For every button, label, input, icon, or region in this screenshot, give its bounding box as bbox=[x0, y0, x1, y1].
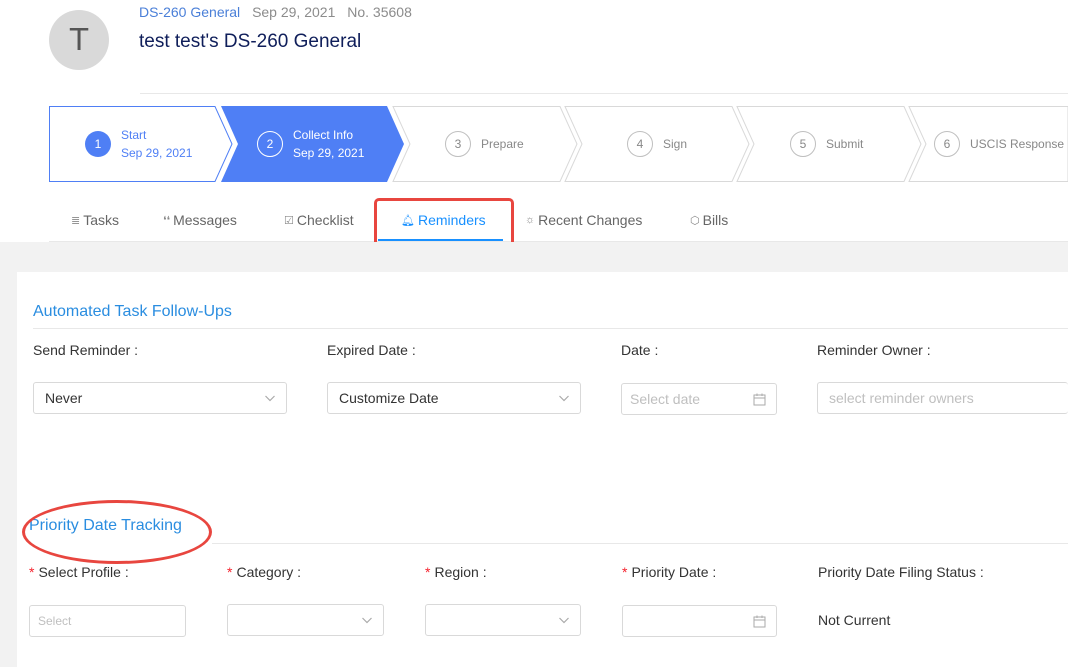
chevron-down-icon bbox=[362, 617, 372, 624]
date-label: Date : bbox=[621, 342, 659, 358]
divider bbox=[140, 93, 1068, 94]
date-placeholder: Select date bbox=[630, 391, 701, 407]
step-label: Sign bbox=[663, 137, 688, 151]
send-reminder-label: Send Reminder : bbox=[33, 342, 139, 358]
category-label: * Category : bbox=[227, 564, 302, 580]
reminder-owner-select[interactable]: select reminder owners bbox=[817, 382, 1068, 414]
date-picker[interactable]: Select date bbox=[621, 383, 777, 415]
step-date: Sep 29, 2021 bbox=[121, 146, 193, 160]
tab-checklist[interactable]: ☑ Checklist bbox=[284, 212, 354, 228]
step-start[interactable]: 1 Start Sep 29, 2021 bbox=[85, 106, 192, 182]
chevron-down-icon bbox=[265, 395, 275, 402]
region-label: * Region : bbox=[425, 564, 487, 580]
select-value: Never bbox=[45, 390, 83, 406]
step-label: Collect Info bbox=[293, 128, 354, 142]
owner-placeholder: select reminder owners bbox=[829, 390, 974, 406]
step-number: 2 bbox=[257, 131, 283, 157]
step-label: Start bbox=[121, 128, 147, 142]
list-icon: ≣ bbox=[71, 214, 81, 227]
bulb-icon: ☼ bbox=[525, 214, 536, 226]
expired-date-label: Expired Date : bbox=[327, 342, 416, 358]
step-label: Submit bbox=[826, 137, 864, 151]
select-profile-input[interactable]: Select bbox=[29, 605, 186, 637]
steps-shapes bbox=[49, 106, 1068, 182]
step-date: Sep 29, 2021 bbox=[293, 146, 365, 160]
step-sign[interactable]: 4 Sign bbox=[627, 106, 687, 182]
profile-placeholder: Select bbox=[38, 614, 72, 628]
section-divider bbox=[33, 328, 1068, 329]
expired-date-select[interactable]: Customize Date bbox=[327, 382, 581, 414]
filing-status-label: Priority Date Filing Status : bbox=[818, 564, 984, 580]
filing-status-value: Not Current bbox=[818, 612, 891, 628]
avatar-letter: T bbox=[69, 22, 89, 58]
tab-recent-changes[interactable]: ☼ Recent Changes bbox=[525, 212, 642, 228]
case-meta: DS-260 General Sep 29, 2021 No. 35608 bbox=[139, 4, 412, 20]
progress-steps: 1 Start Sep 29, 2021 2 Collect Info Sep … bbox=[49, 106, 1068, 182]
chevron-down-icon bbox=[559, 395, 569, 402]
tab-messages[interactable]: ❛❛ Messages bbox=[163, 212, 237, 228]
select-value: Customize Date bbox=[339, 390, 439, 406]
section-title-followups: Automated Task Follow-Ups bbox=[33, 303, 232, 320]
priority-date-picker[interactable] bbox=[622, 605, 777, 637]
avatar: T bbox=[49, 10, 109, 70]
case-date: Sep 29, 2021 bbox=[252, 4, 336, 20]
step-submit[interactable]: 5 Submit bbox=[790, 106, 863, 182]
tab-tasks[interactable]: ≣ Tasks bbox=[71, 212, 119, 228]
step-prepare[interactable]: 3 Prepare bbox=[445, 106, 524, 182]
step-label: Prepare bbox=[481, 137, 524, 151]
tab-label: Bills bbox=[702, 212, 729, 228]
step-uscis-response[interactable]: 6 USCIS Response bbox=[934, 106, 1064, 182]
step-collect-info[interactable]: 2 Collect Info Sep 29, 2021 bbox=[257, 106, 364, 182]
step-number: 5 bbox=[790, 131, 816, 157]
annotation-ellipse-priority bbox=[22, 500, 212, 564]
step-number: 6 bbox=[934, 131, 960, 157]
step-number: 4 bbox=[627, 131, 653, 157]
step-number: 1 bbox=[85, 131, 111, 157]
quote-icon: ❛❛ bbox=[163, 214, 171, 227]
send-reminder-select[interactable]: Never bbox=[33, 382, 287, 414]
case-header: T DS-260 General Sep 29, 2021 No. 35608 … bbox=[0, 0, 1068, 242]
step-number: 3 bbox=[445, 131, 471, 157]
page-title: test test's DS-260 General bbox=[139, 31, 362, 52]
box-icon: ⬡ bbox=[690, 214, 700, 227]
tab-label: Messages bbox=[173, 212, 237, 228]
tab-label: Recent Changes bbox=[538, 212, 643, 228]
calendar-icon bbox=[753, 393, 766, 406]
step-label: USCIS Response bbox=[970, 137, 1065, 151]
tab-label: Tasks bbox=[83, 212, 120, 228]
calendar-icon bbox=[753, 615, 766, 628]
chevron-down-icon bbox=[559, 617, 569, 624]
select-profile-label: * Select Profile : bbox=[29, 564, 129, 580]
case-tabs: ≣ Tasks ❛❛ Messages ☑ Checklist 🔔︎ Reminders… bbox=[49, 198, 1068, 242]
category-select[interactable] bbox=[227, 604, 384, 636]
region-select[interactable] bbox=[425, 604, 581, 636]
case-number: No. 35608 bbox=[347, 4, 412, 20]
tab-bills[interactable]: ⬡ Bills bbox=[690, 212, 728, 228]
tab-label: Checklist bbox=[296, 212, 354, 228]
form-link[interactable]: DS-260 General bbox=[139, 4, 240, 20]
priority-date-label: * Priority Date : bbox=[622, 564, 717, 580]
reminder-owner-label: Reminder Owner : bbox=[817, 342, 931, 358]
checkbox-icon: ☑ bbox=[284, 214, 294, 227]
section-divider bbox=[212, 543, 1068, 544]
